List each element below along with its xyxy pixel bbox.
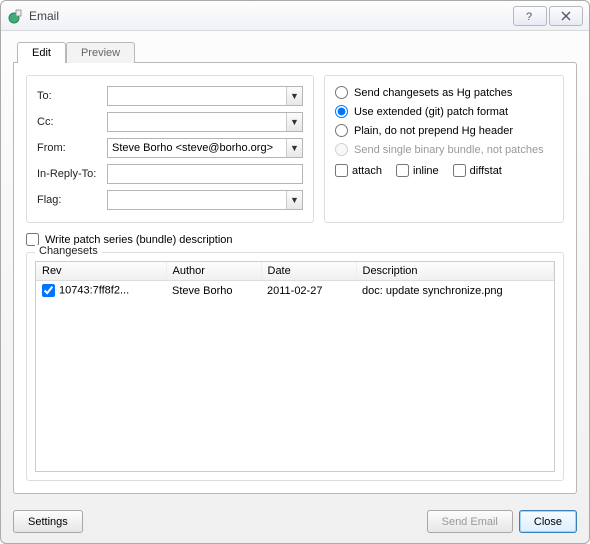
radio-hg-patches[interactable]	[335, 86, 348, 99]
cc-input[interactable]: ▼	[107, 112, 303, 132]
cell-rev: 10743:7ff8f2...	[59, 284, 129, 296]
chevron-down-icon[interactable]: ▼	[286, 113, 302, 131]
tab-edit[interactable]: Edit	[17, 42, 66, 63]
radio-hg-label: Send changesets as Hg patches	[354, 87, 512, 99]
help-button[interactable]: ?	[513, 6, 547, 26]
from-label: From:	[37, 142, 107, 154]
col-description[interactable]: Description	[363, 265, 418, 277]
tab-edit-label: Edit	[32, 47, 51, 59]
check-inline-label: inline	[413, 165, 439, 177]
send-email-button[interactable]: Send Email	[427, 510, 513, 533]
settings-button-label: Settings	[28, 516, 68, 528]
changesets-legend: Changesets	[35, 245, 102, 257]
settings-button[interactable]: Settings	[13, 510, 83, 533]
close-button[interactable]: Close	[519, 510, 577, 533]
from-input[interactable]: ▼	[107, 138, 303, 158]
col-rev[interactable]: Rev	[42, 265, 62, 277]
table-row[interactable]: 10743:7ff8f2... Steve Borho 2011-02-27 d…	[36, 281, 554, 301]
check-diffstat-wrap[interactable]: diffstat	[453, 164, 502, 177]
flag-label: Flag:	[37, 194, 107, 206]
inreplyto-label: In-Reply-To:	[37, 168, 107, 180]
to-input-text[interactable]	[108, 87, 286, 105]
radio-bundle-label: Send single binary bundle, not patches	[354, 144, 544, 156]
svg-text:?: ?	[526, 11, 532, 22]
check-attach-wrap[interactable]: attach	[335, 164, 382, 177]
email-fields-group: To: ▼ Cc: ▼ From:	[26, 75, 314, 223]
cell-date: 2011-02-27	[261, 281, 356, 301]
cc-label: Cc:	[37, 116, 107, 128]
close-button-label: Close	[534, 516, 562, 528]
chevron-down-icon[interactable]: ▼	[286, 191, 302, 209]
cell-description: doc: update synchronize.png	[356, 281, 554, 301]
col-author[interactable]: Author	[173, 265, 205, 277]
check-inline-wrap[interactable]: inline	[396, 164, 439, 177]
check-inline[interactable]	[396, 164, 409, 177]
col-date[interactable]: Date	[268, 265, 291, 277]
flag-input-text[interactable]	[108, 191, 286, 209]
chevron-down-icon[interactable]: ▼	[286, 87, 302, 105]
close-window-button[interactable]	[549, 6, 583, 26]
send-options-group: Send changesets as Hg patches Use extend…	[324, 75, 564, 223]
check-diffstat-label: diffstat	[470, 165, 502, 177]
to-label: To:	[37, 90, 107, 102]
radio-plain[interactable]	[335, 124, 348, 137]
send-email-label: Send Email	[442, 516, 498, 528]
changesets-table: Rev Author Date Description 10743:7ff8f2…	[36, 262, 554, 300]
window-title: Email	[29, 9, 511, 23]
cell-author: Steve Borho	[166, 281, 261, 301]
radio-git-label: Use extended (git) patch format	[354, 106, 508, 118]
flag-input[interactable]: ▼	[107, 190, 303, 210]
radio-git-format[interactable]	[335, 105, 348, 118]
radio-plain-label: Plain, do not prepend Hg header	[354, 125, 513, 137]
write-description-label: Write patch series (bundle) description	[45, 234, 233, 246]
tab-preview-label: Preview	[81, 47, 120, 59]
cc-input-text[interactable]	[108, 113, 286, 131]
radio-bundle	[335, 143, 348, 156]
check-attach[interactable]	[335, 164, 348, 177]
changesets-group: Changesets Rev Author Date Description	[26, 252, 564, 481]
app-icon	[7, 8, 23, 24]
check-attach-label: attach	[352, 165, 382, 177]
tab-preview[interactable]: Preview	[66, 42, 135, 63]
row-checkbox[interactable]	[42, 284, 55, 297]
inreplyto-input[interactable]	[107, 164, 303, 184]
chevron-down-icon[interactable]: ▼	[286, 139, 302, 157]
from-input-text[interactable]	[108, 139, 286, 157]
check-diffstat[interactable]	[453, 164, 466, 177]
to-input[interactable]: ▼	[107, 86, 303, 106]
